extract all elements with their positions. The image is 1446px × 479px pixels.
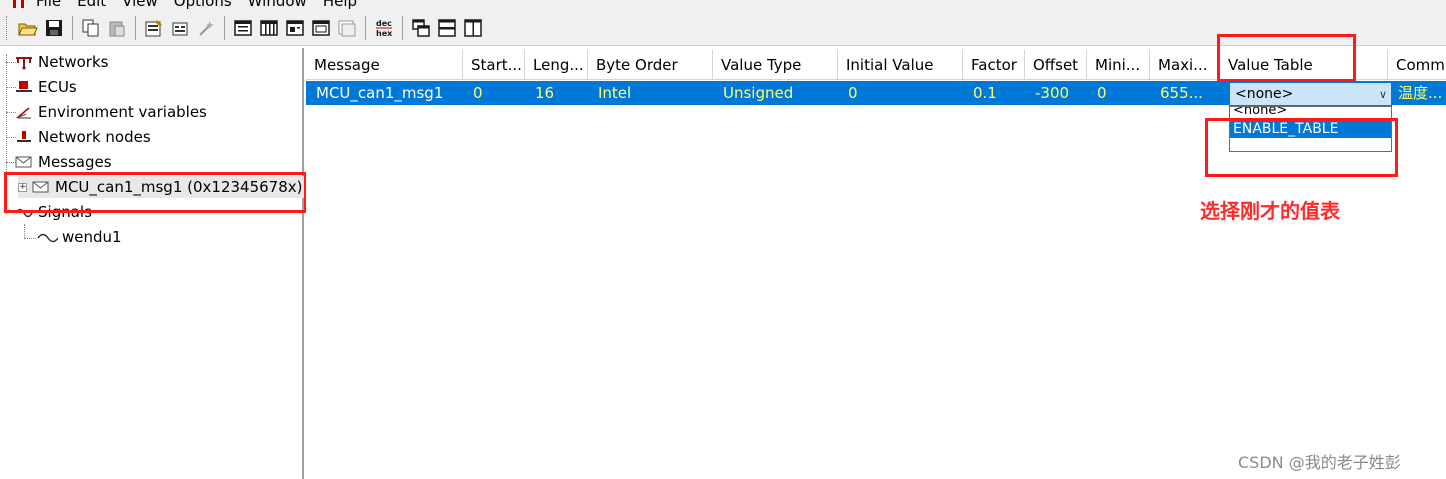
- annotation-text: 选择刚才的值表: [1200, 199, 1340, 223]
- chevron-down-icon[interactable]: ∨: [1375, 88, 1391, 101]
- tile-horizontal-icon[interactable]: [436, 17, 458, 39]
- toolbar-separator: [135, 15, 136, 40]
- view2-icon[interactable]: [258, 17, 280, 39]
- properties-icon[interactable]: [143, 17, 165, 39]
- environment-variable-icon: [16, 107, 31, 119]
- cell-value-type[interactable]: Unsigned: [713, 81, 838, 105]
- tree-connector: [24, 238, 36, 239]
- cell-start[interactable]: 0: [463, 81, 525, 105]
- object-tree: Networks ECUs Environment variables Netw…: [0, 48, 309, 479]
- cascade-icon[interactable]: [410, 17, 432, 39]
- toolbar-separator: [224, 15, 225, 40]
- cell-factor[interactable]: 0.1: [963, 81, 1025, 105]
- paste-icon[interactable]: [106, 17, 128, 39]
- tile-vertical-icon[interactable]: [462, 17, 484, 39]
- view4-icon[interactable]: [310, 17, 332, 39]
- tree-item-ecus[interactable]: ECUs: [14, 76, 77, 98]
- column-header-initial-value[interactable]: Initial Value: [838, 50, 963, 80]
- tree-label: wendu1: [62, 228, 122, 246]
- wizard-icon[interactable]: [195, 17, 217, 39]
- tree-label: ECUs: [38, 78, 77, 96]
- column-header-factor[interactable]: Factor: [963, 50, 1025, 80]
- column-header-byte-order[interactable]: Byte Order: [588, 50, 713, 80]
- menu-view[interactable]: View: [122, 0, 158, 10]
- cell-message[interactable]: MCU_can1_msg1: [306, 81, 463, 105]
- copy-icon[interactable]: [80, 17, 102, 39]
- annotation-box-dropdown: [1205, 118, 1398, 177]
- tree-label: Networks: [38, 53, 109, 71]
- menu-help[interactable]: Help: [323, 0, 357, 10]
- toolbar-grip[interactable]: [6, 15, 9, 40]
- save-icon[interactable]: [43, 17, 65, 39]
- cell-minimum[interactable]: 0: [1087, 81, 1150, 105]
- tree-label: Environment variables: [38, 103, 207, 121]
- message-envelope-icon: [15, 156, 32, 168]
- toolbar-separator: [402, 15, 403, 40]
- annotation-box-message: [4, 172, 307, 213]
- value-table-combobox[interactable]: <none> ∨: [1229, 82, 1392, 106]
- view5-icon[interactable]: [336, 17, 358, 39]
- column-header-comment[interactable]: Comm: [1388, 50, 1446, 80]
- network-node-icon: [17, 131, 31, 142]
- dropdown-option-none[interactable]: <none>: [1230, 107, 1391, 117]
- menu-options[interactable]: Options: [174, 0, 232, 10]
- edit-icon[interactable]: [169, 17, 191, 39]
- cell-offset[interactable]: -300: [1025, 81, 1087, 105]
- menu-file[interactable]: File: [36, 0, 61, 10]
- annotation-box-value-table-header: [1217, 34, 1356, 82]
- tree-item-network-nodes[interactable]: Network nodes: [14, 126, 151, 148]
- cell-maximum[interactable]: 655...: [1150, 81, 1220, 105]
- column-header-length[interactable]: Leng...: [525, 50, 588, 80]
- view3-icon[interactable]: [284, 17, 306, 39]
- cell-byte-order[interactable]: Intel: [588, 81, 713, 105]
- cell-comment[interactable]: 温度...: [1388, 81, 1446, 105]
- menu-bar: File Edit View Options Window Help: [0, 0, 1446, 10]
- toolbar-separator: [365, 15, 366, 40]
- menu-edit[interactable]: Edit: [77, 0, 106, 10]
- cell-initial-value[interactable]: 0: [838, 81, 963, 105]
- view1-icon[interactable]: [232, 17, 254, 39]
- tree-item-messages[interactable]: Messages: [14, 151, 112, 173]
- column-header-offset[interactable]: Offset: [1025, 50, 1087, 80]
- cell-length[interactable]: 16: [525, 81, 588, 105]
- menu-window[interactable]: Window: [248, 0, 307, 10]
- column-header-maximum[interactable]: Maxi...: [1150, 50, 1220, 80]
- dec-hex-icon[interactable]: dec hex: [373, 17, 395, 39]
- column-header-message[interactable]: Message: [306, 50, 463, 80]
- tree-label: Messages: [38, 153, 112, 171]
- app-icon: [10, 0, 28, 8]
- tree-item-environment-variables[interactable]: Environment variables: [14, 101, 207, 123]
- signal-wave-icon: [37, 233, 58, 243]
- tree-item-networks[interactable]: Networks: [14, 51, 108, 73]
- tree-label: Network nodes: [38, 128, 151, 146]
- signal-table: Message Start... Leng... Byte Order Valu…: [306, 48, 1446, 479]
- toolbar-separator: [72, 15, 73, 40]
- column-header-minimum[interactable]: Mini...: [1087, 50, 1150, 80]
- ecu-icon: [16, 81, 32, 92]
- tree-item-signal-wendu1[interactable]: wendu1: [36, 226, 122, 248]
- svg-text:hex: hex: [376, 29, 393, 38]
- combobox-value: <none>: [1235, 86, 1294, 102]
- open-folder-icon[interactable]: [17, 17, 39, 39]
- svg-text:dec: dec: [376, 19, 392, 28]
- watermark: CSDN @我的老子姓彭: [1238, 453, 1401, 472]
- column-header-value-type[interactable]: Value Type: [713, 50, 838, 80]
- column-header-start[interactable]: Start...: [463, 50, 525, 80]
- tree-connector: [24, 224, 25, 238]
- network-icon: [16, 57, 32, 70]
